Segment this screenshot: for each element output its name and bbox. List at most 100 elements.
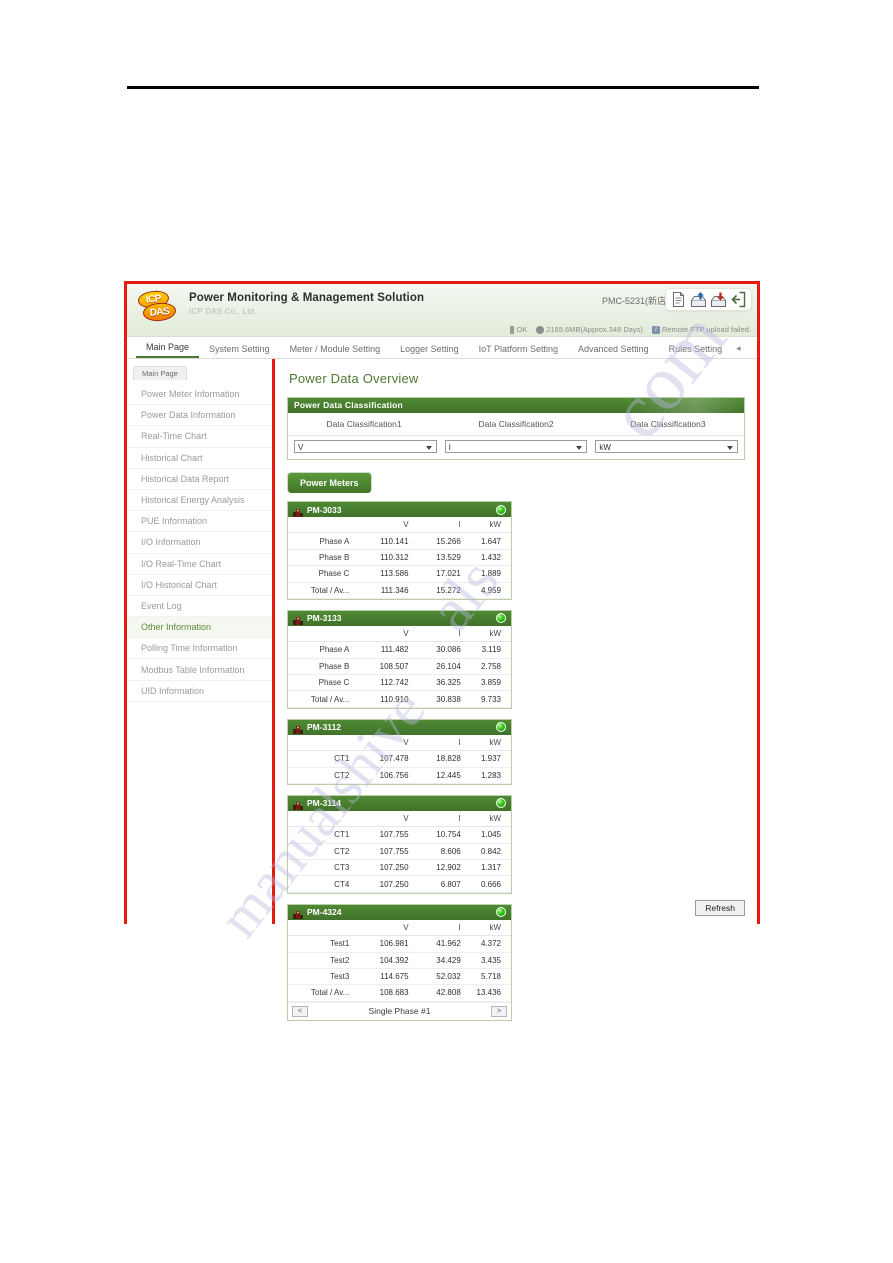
tab-meter-module-setting[interactable]: Meter / Module Setting	[280, 344, 391, 358]
table-row: CT2 106.756 12.445 1.283	[288, 767, 511, 784]
sidebar-item-io-historical-chart[interactable]: I/O Historical Chart	[127, 575, 272, 596]
column-header-v: V	[356, 810, 413, 828]
power-meters-button[interactable]: Power Meters	[287, 472, 372, 493]
meter-table: V I kW CT1 107.755 10.754 1.045 CT2 107.…	[288, 810, 511, 893]
sidebar-item-modbus-table-information[interactable]: Modbus Table Information	[127, 659, 272, 681]
row-label: Total / Av...	[310, 694, 350, 704]
corner-cell	[288, 517, 357, 534]
power-meter-icon	[293, 505, 303, 517]
tab-logger-setting[interactable]: Logger Setting	[390, 344, 469, 358]
column-header-v: V	[356, 517, 413, 534]
sidebar-item-historical-energy-analysis[interactable]: Historical Energy Analysis	[127, 490, 272, 512]
cell-i: 10.754	[436, 830, 461, 840]
refresh-wrap: Refresh	[695, 900, 745, 916]
cell-kw: 9.733	[480, 694, 501, 704]
tab-rules-setting[interactable]: Rules Setting	[659, 344, 733, 358]
table-row: Phase A 111.482 30.086 3.119	[288, 642, 511, 659]
tab-iot-platform-setting[interactable]: IoT Platform Setting	[469, 344, 568, 358]
cell-v: 107.250	[379, 863, 409, 873]
table-row: CT2 107.755 8.606 0.842	[288, 843, 511, 860]
row-label: Total / Av...	[310, 988, 350, 998]
sidebar-item-polling-time-information[interactable]: Polling Time Information	[127, 638, 272, 660]
logout-icon[interactable]	[730, 291, 747, 308]
cell-v: 107.478	[379, 754, 409, 764]
row-label: Phase B	[319, 552, 350, 562]
cell-v: 111.482	[380, 645, 409, 655]
tab-main-page[interactable]: Main Page	[136, 342, 200, 358]
sidebar-item-uid-information[interactable]: UID Information	[127, 681, 272, 702]
sidebar-item-other-information[interactable]: Other Information	[127, 617, 272, 639]
cell-i: 42.808	[436, 988, 461, 998]
sidebar-item-power-data-information[interactable]: Power Data Information	[127, 405, 272, 427]
cell-v: 108.507	[379, 661, 409, 671]
cell-i: 6.807	[440, 879, 461, 889]
sidebar-item-io-information[interactable]: I/O Information	[127, 532, 272, 554]
sidebar-item-pue-information[interactable]: PUE Information	[127, 511, 272, 533]
column-header-i: I	[412, 625, 465, 643]
meter-status-led	[496, 613, 506, 624]
table-header-row: V I kW	[288, 517, 511, 534]
cell-v: 108.683	[379, 988, 409, 998]
sidebar-item-historical-chart[interactable]: Historical Chart	[127, 448, 272, 469]
classification-select-2[interactable]: I	[444, 440, 588, 453]
table-row: Phase C 113.586 17.021 1.889	[288, 566, 511, 582]
status-battery: OK	[510, 325, 527, 334]
sidebar-item-historical-data-report[interactable]: Historical Data Report	[127, 469, 272, 490]
sidebar-item-real-time-chart[interactable]: Real-Time Chart	[127, 426, 272, 448]
download-icon[interactable]	[710, 291, 727, 308]
table-row: Total / Av... 108.683 42.808 13.436	[288, 985, 511, 1002]
sidebar-item-power-meter-information[interactable]: Power Meter Information	[127, 384, 272, 406]
tab-advanced-setting[interactable]: Advanced Setting	[568, 344, 659, 358]
row-label: Test2	[330, 955, 350, 965]
cell-kw: 3.435	[480, 955, 501, 965]
cell-kw: 1.647	[480, 536, 501, 546]
meter-table: V I kW CT1 107.478 18.828 1.937 CT2 106.…	[288, 734, 511, 784]
column-header-i: I	[412, 919, 465, 937]
column-header-v: V	[356, 625, 413, 643]
cell-v: 112.742	[380, 678, 409, 688]
app-header: ICP DAS Power Monitoring & Management So…	[127, 284, 757, 337]
cell-i: 30.086	[436, 645, 461, 655]
meter-table: V I kW Test1 106.981 41.962 4.372 Test2	[288, 919, 511, 1002]
tab-system-setting[interactable]: System Setting	[199, 344, 280, 358]
status-disk: 2165.6MB(Approx.348 Days)	[536, 325, 643, 334]
row-label: CT1	[334, 754, 350, 764]
cell-kw: 1.045	[480, 830, 501, 840]
cell-v: 106.981	[379, 939, 409, 949]
refresh-button[interactable]: Refresh	[695, 900, 745, 916]
icpdas-logo: ICP DAS	[137, 289, 181, 324]
main-nav-tabs: Main Page System Setting Meter / Module …	[127, 337, 757, 359]
upload-icon[interactable]	[690, 291, 707, 308]
status-bar: OK 2165.6MB(Approx.348 Days) i Remote FT…	[510, 325, 751, 334]
cell-i: 41.962	[436, 939, 461, 949]
cell-kw: 0.842	[480, 846, 501, 856]
classification-select-3[interactable]: kW	[595, 440, 739, 453]
sidebar-item-event-log[interactable]: Event Log	[127, 596, 272, 618]
cell-kw: 4.372	[480, 939, 501, 949]
classification-panel-title: Power Data Classification	[288, 398, 744, 413]
nav-more-icon[interactable]: ◂	[732, 343, 747, 358]
status-disk-text: 2165.6MB(Approx.348 Days)	[546, 325, 643, 334]
cell-kw: 0.666	[480, 879, 501, 889]
cell-kw: 2.758	[480, 661, 501, 671]
sidebar-tab-main-page[interactable]: Main Page	[133, 366, 187, 380]
row-label: Total / Av...	[310, 585, 350, 595]
status-ftp: i Remote FTP upload failed.	[651, 325, 751, 334]
sidebar-item-io-real-time-chart[interactable]: I/O Real-Time Chart	[127, 554, 272, 575]
meter-pager: < Single Phase #1 >	[288, 1001, 511, 1020]
classification-selects: V I kW	[288, 436, 744, 459]
classification-select-1[interactable]: V	[294, 440, 437, 453]
cell-kw: 13.436	[476, 988, 501, 998]
device-name: PMC-5231(新店)	[601, 296, 669, 306]
document-horizontal-rule	[127, 86, 759, 89]
column-header-v: V	[356, 919, 413, 937]
header-icon-cluster	[665, 288, 752, 311]
pager-next-button[interactable]: >	[490, 1005, 507, 1017]
column-header-kw: kW	[464, 625, 511, 643]
table-row: Test1 106.981 41.962 4.372	[288, 936, 511, 952]
battery-icon	[510, 325, 515, 334]
document-icon[interactable]	[670, 291, 687, 308]
table-row: Test2 104.392 34.429 3.435	[288, 952, 511, 969]
cell-i: 12.445	[436, 770, 461, 780]
pager-prev-button[interactable]: <	[292, 1005, 308, 1017]
